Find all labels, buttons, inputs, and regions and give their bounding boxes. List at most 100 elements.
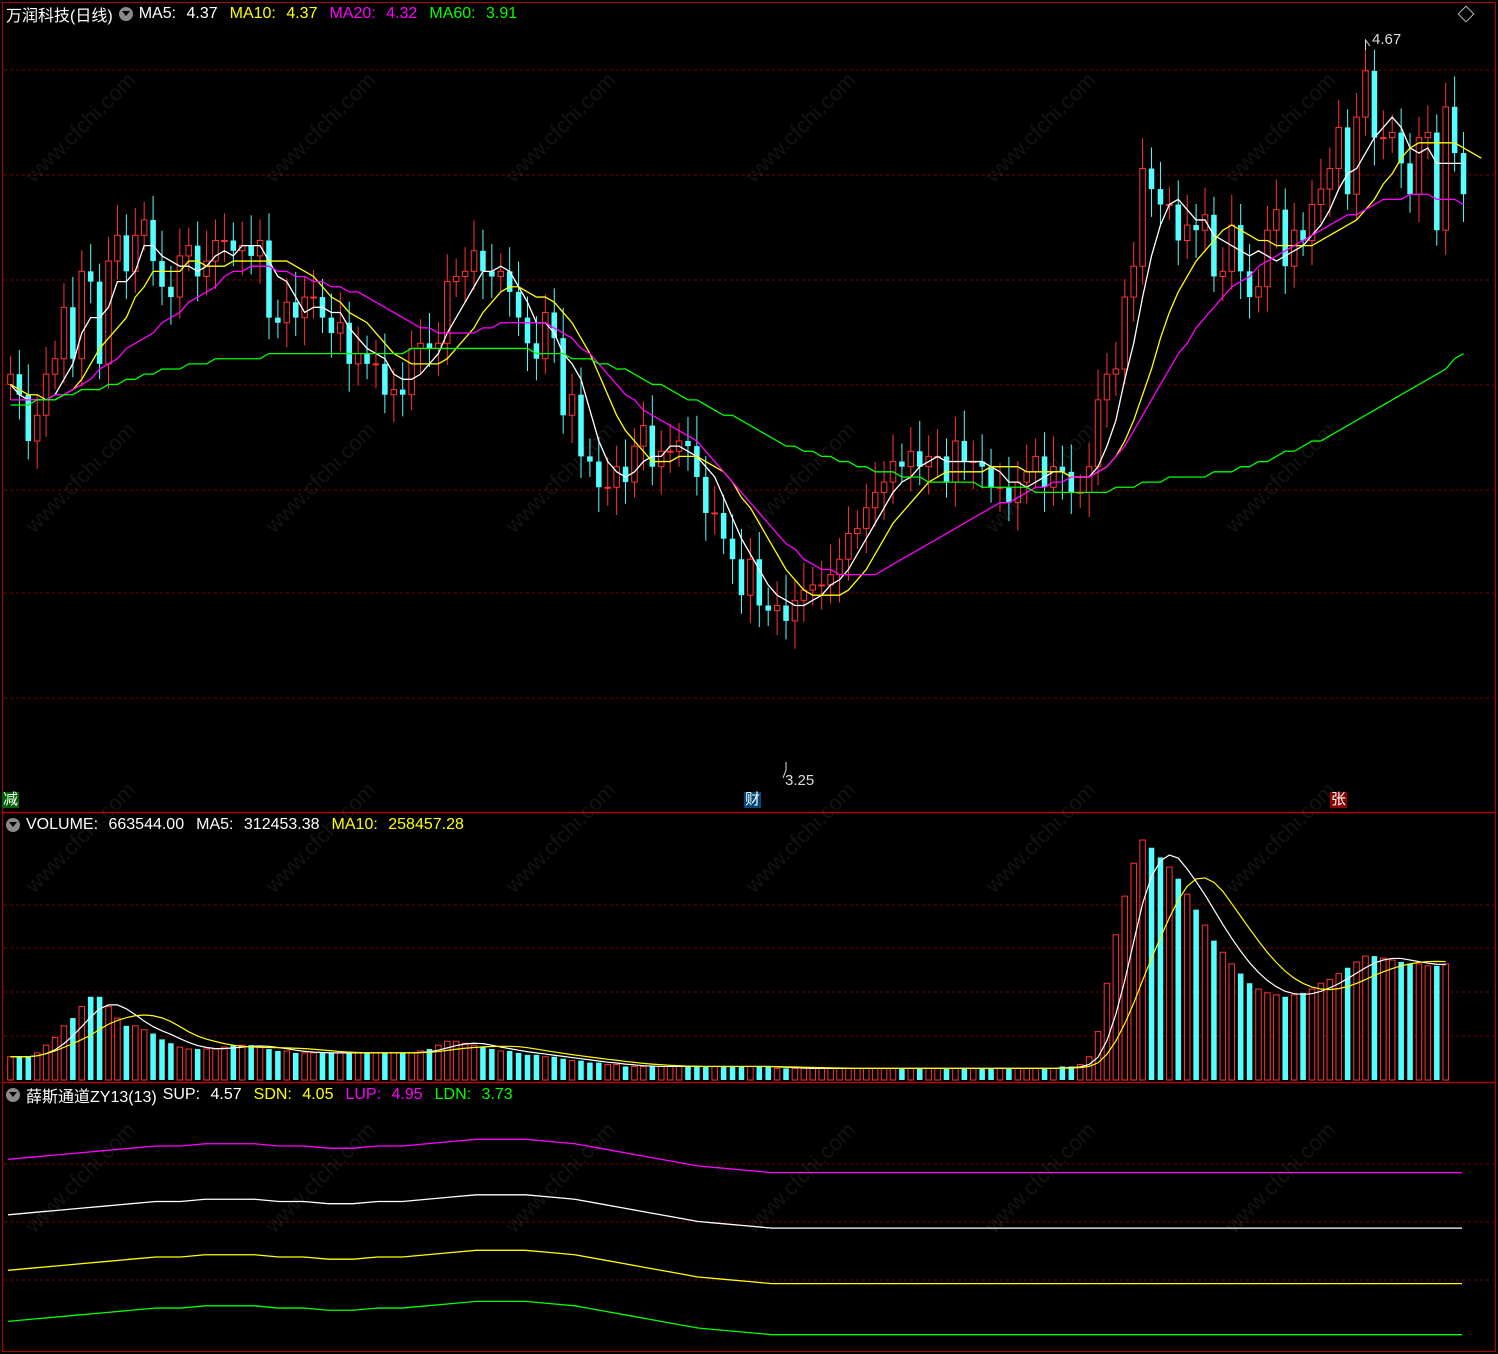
volume-bar — [489, 1049, 495, 1080]
ma-line-ma10 — [10, 142, 1482, 596]
candle-body — [1032, 455, 1039, 473]
candle-body — [123, 235, 130, 272]
candle-body — [533, 343, 540, 359]
candle-body — [452, 275, 460, 283]
volume-bar — [399, 1052, 406, 1080]
volume-bar — [542, 1056, 549, 1081]
volume-bar — [862, 1067, 870, 1081]
candle-body — [899, 461, 905, 467]
candle-body — [346, 322, 352, 364]
volume-bar — [551, 1056, 558, 1080]
collapse-icon[interactable] — [118, 7, 133, 21]
volume-bar — [238, 1044, 246, 1081]
volume-bar — [1273, 994, 1280, 1081]
volume-bar — [560, 1058, 566, 1080]
candle-body — [1006, 487, 1012, 503]
volume-bar — [51, 1036, 59, 1081]
volume-bar — [738, 1066, 745, 1080]
candle-body — [694, 446, 700, 477]
candle-body — [524, 317, 531, 344]
volume-bar — [1255, 988, 1262, 1081]
volume-bar — [1094, 1031, 1102, 1081]
collapse-icon[interactable] — [6, 1088, 20, 1102]
candle-body — [587, 456, 593, 462]
volume-bar — [1014, 1067, 1022, 1081]
channel-line-ldn — [7, 1300, 1462, 1336]
candle-body — [1255, 286, 1262, 298]
candle-body — [1451, 106, 1458, 154]
volume-bar — [42, 1044, 50, 1081]
candle-body — [1317, 188, 1325, 206]
volume-bar — [1041, 1068, 1048, 1080]
candle-body — [168, 286, 174, 298]
candle-body — [1415, 137, 1423, 195]
volume-bar — [1006, 1068, 1012, 1080]
volume-bar — [25, 1056, 32, 1080]
volume-bar — [1228, 963, 1236, 1081]
volume-bar — [1175, 878, 1182, 1080]
candle-body — [1211, 214, 1217, 277]
candle-body — [1380, 137, 1387, 140]
candle-body — [729, 538, 736, 560]
volume-bar — [765, 1066, 771, 1080]
candle-body — [640, 425, 647, 447]
candle-body — [1362, 70, 1369, 118]
event-marker-left[interactable]: 减 — [2, 792, 20, 808]
candle-body — [78, 270, 86, 360]
sup-legend: SUP: 4.57 — [162, 1086, 242, 1103]
candle-body — [489, 271, 495, 277]
volume-ma10-legend: MA10: 258457.28 — [331, 816, 464, 833]
collapse-icon[interactable] — [6, 818, 20, 832]
channel-line-sup — [7, 1194, 1462, 1229]
candle-body — [248, 245, 254, 256]
volume-bar — [587, 1062, 593, 1080]
candle-body — [916, 451, 923, 467]
volume-bar — [631, 1065, 638, 1081]
candle-body — [578, 394, 584, 457]
candle-body — [1371, 70, 1378, 138]
candle-body — [1353, 116, 1360, 195]
candle-body — [140, 219, 148, 236]
volume-legend: VOLUME: 663544.00 MA5: 312453.38 MA10: 2… — [6, 815, 476, 835]
high-arrow — [1364, 38, 1371, 50]
candle-body — [337, 322, 344, 334]
volume-bar — [1380, 957, 1387, 1081]
volume-bar — [783, 1068, 789, 1080]
ma-line-ma60 — [10, 347, 1464, 494]
ma-line-ma5 — [9, 116, 1464, 607]
volume-bar — [613, 1064, 620, 1081]
volume-bar — [159, 1039, 165, 1080]
volume-bar — [925, 1067, 932, 1081]
volume-bar — [1326, 978, 1334, 1081]
volume-bar — [283, 1050, 291, 1081]
volume-bar — [1424, 965, 1432, 1081]
event-marker-right[interactable]: 张 — [1330, 792, 1348, 808]
volume-bar — [703, 1066, 709, 1080]
volume-bar — [694, 1066, 700, 1080]
candle-body — [854, 527, 861, 535]
stock-chart[interactable] — [0, 0, 1498, 1354]
volume-bar — [1157, 857, 1164, 1080]
candle-body — [809, 584, 817, 591]
volume-bar — [604, 1064, 612, 1081]
event-marker-mid[interactable]: 财 — [744, 792, 762, 808]
candle-body — [7, 373, 14, 385]
volume-bar — [346, 1052, 352, 1080]
volume-bar — [497, 1050, 505, 1081]
volume-bar — [1335, 973, 1343, 1081]
volume-bar — [952, 1067, 959, 1081]
volume-bar — [256, 1046, 264, 1081]
candle-body — [408, 347, 415, 396]
volume-bar — [1407, 963, 1413, 1080]
volume-bar — [248, 1045, 254, 1080]
candle-body — [1103, 373, 1111, 401]
volume-bar — [310, 1052, 317, 1081]
volume-bar — [1201, 924, 1209, 1081]
volume-bar — [907, 1067, 915, 1081]
ma5-legend: MA5: 4.37 — [138, 5, 218, 22]
volume-bar — [470, 1044, 478, 1081]
volume-bar — [176, 1046, 184, 1081]
candle-body — [70, 307, 76, 359]
candle-body — [1023, 471, 1030, 483]
volume-bar — [319, 1052, 326, 1080]
